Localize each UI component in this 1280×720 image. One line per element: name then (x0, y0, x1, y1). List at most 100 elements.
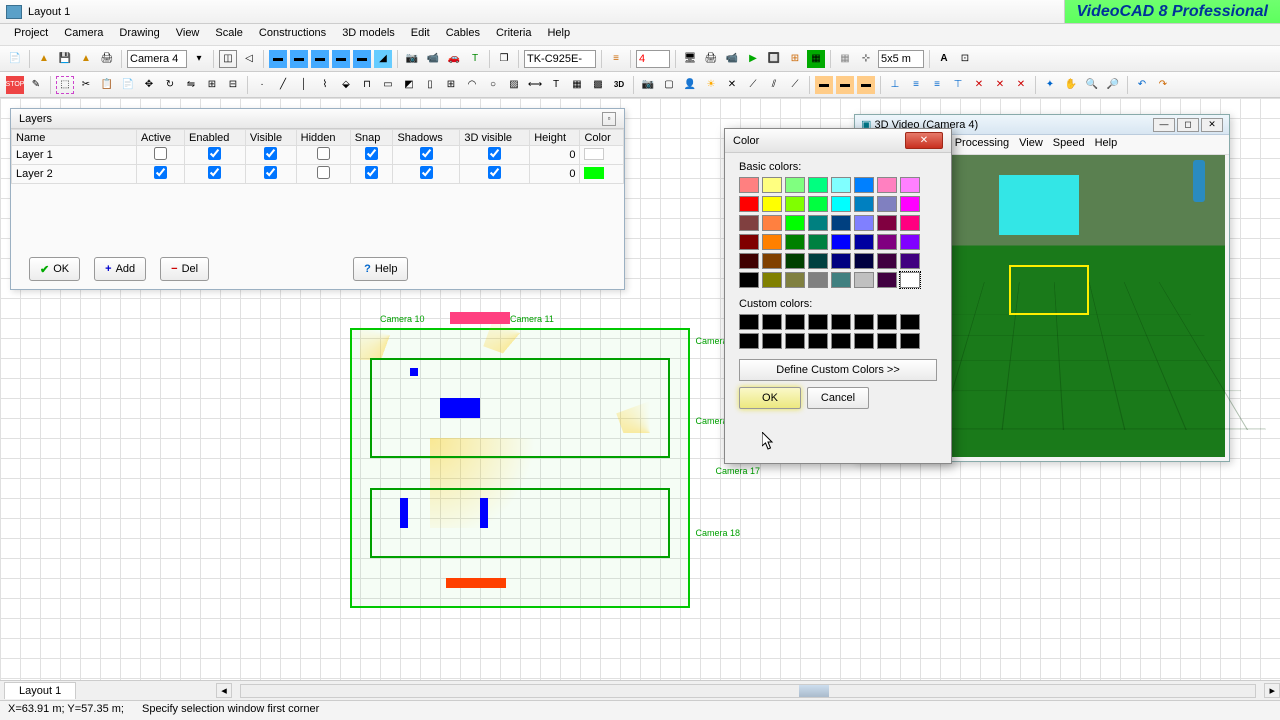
custom-swatch[interactable] (808, 314, 828, 330)
color-swatch[interactable] (831, 177, 851, 193)
c1-icon[interactable]: ⊥ (886, 76, 904, 94)
custom-swatch[interactable] (739, 333, 759, 349)
e4[interactable]: ▶ (744, 50, 762, 68)
menu-help[interactable]: Help (539, 24, 578, 45)
person-icon[interactable]: 👤 (681, 76, 699, 94)
color-swatch[interactable] (762, 253, 782, 269)
copy-icon[interactable]: ❐ (495, 50, 513, 68)
col-icon[interactable]: ▯ (421, 76, 439, 94)
scroll-right[interactable]: ▸ (1264, 683, 1280, 698)
color-swatch[interactable] (900, 253, 920, 269)
color-swatch[interactable] (739, 177, 759, 193)
end-icon[interactable]: ⊡ (956, 50, 974, 68)
color-swatch[interactable] (877, 177, 897, 193)
menu-3dmodels[interactable]: 3D models (334, 24, 403, 45)
fill-icon[interactable]: ▨ (505, 76, 523, 94)
color-swatch[interactable] (739, 215, 759, 231)
select-icon[interactable]: ⬚ (56, 76, 74, 94)
t3[interactable]: ▬ (311, 50, 329, 68)
pline-icon[interactable]: ⌇ (316, 76, 334, 94)
copy2-icon[interactable]: 📋 (98, 76, 116, 94)
txt-icon[interactable]: T (547, 76, 565, 94)
undo-icon[interactable]: ↶ (1133, 76, 1151, 94)
cancel-button[interactable]: Cancel (807, 387, 869, 409)
grid2-icon[interactable]: ⊹ (857, 50, 875, 68)
checkbox[interactable] (208, 166, 221, 179)
box-icon[interactable]: ▢ (660, 76, 678, 94)
color-swatch[interactable] (831, 215, 851, 231)
color-swatch[interactable] (808, 196, 828, 212)
btn2[interactable]: 💾 (56, 50, 74, 68)
color-swatch[interactable] (785, 215, 805, 231)
custom-swatch[interactable] (854, 333, 874, 349)
color-swatch[interactable] (900, 215, 920, 231)
table-row[interactable]: Layer 2 0 (12, 165, 624, 184)
car-icon[interactable]: 🚗 (445, 50, 463, 68)
c2-icon[interactable]: ≡ (907, 76, 925, 94)
vmenu-processing[interactable]: Processing (955, 137, 1009, 152)
line-icon[interactable]: ╱ (274, 76, 292, 94)
checkbox[interactable] (208, 147, 221, 160)
a1-icon[interactable]: ⟋ (744, 76, 762, 94)
mirror-icon[interactable]: ⇋ (182, 76, 200, 94)
paste-icon[interactable]: 📄 (119, 76, 137, 94)
c4-icon[interactable]: ⊤ (949, 76, 967, 94)
color-swatch[interactable] (854, 234, 874, 250)
array-icon[interactable]: ⊞ (203, 76, 221, 94)
checkbox[interactable] (488, 166, 501, 179)
3d-icon[interactable]: 3D (610, 76, 628, 94)
point-icon[interactable]: · (253, 76, 271, 94)
checkbox[interactable] (264, 166, 277, 179)
define-custom-button[interactable]: Define Custom Colors >> (739, 359, 937, 381)
btn3[interactable]: ▲ (77, 50, 95, 68)
color-swatch[interactable] (831, 272, 851, 288)
color-swatch[interactable] (762, 234, 782, 250)
a-icon[interactable]: A (935, 50, 953, 68)
custom-swatch[interactable] (808, 333, 828, 349)
color-swatch[interactable] (877, 253, 897, 269)
b1-icon[interactable]: ▬ (815, 76, 833, 94)
lasso-icon[interactable]: ✎ (27, 76, 45, 94)
dim-icon[interactable]: ⟷ (526, 76, 544, 94)
list-icon[interactable]: ≡ (607, 50, 625, 68)
text-icon[interactable]: T (466, 50, 484, 68)
num-combo[interactable]: 4 (636, 50, 670, 68)
color-swatch[interactable] (900, 234, 920, 250)
color-swatch[interactable] (762, 177, 782, 193)
color-swatch[interactable] (785, 253, 805, 269)
c7-icon[interactable]: ✕ (1012, 76, 1030, 94)
custom-swatch[interactable] (854, 314, 874, 330)
model-combo[interactable]: TK-C925E- (524, 50, 596, 68)
arc-icon[interactable]: ◠ (463, 76, 481, 94)
e5[interactable]: 🔲 (765, 50, 783, 68)
redo-icon[interactable]: ↷ (1154, 76, 1172, 94)
window-icon[interactable]: ⊓ (358, 76, 376, 94)
close-icon[interactable]: ✕ (905, 132, 943, 149)
checkbox[interactable] (420, 166, 433, 179)
color-swatch[interactable] (900, 196, 920, 212)
hscrollbar[interactable] (240, 684, 1257, 698)
checkbox[interactable] (488, 147, 501, 160)
checkbox[interactable] (154, 147, 167, 160)
color-swatch[interactable] (854, 215, 874, 231)
color-swatch[interactable] (831, 253, 851, 269)
menu-view[interactable]: View (168, 24, 208, 45)
color-swatch[interactable] (854, 253, 874, 269)
c5-icon[interactable]: ✕ (970, 76, 988, 94)
menu-drawing[interactable]: Drawing (111, 24, 167, 45)
add-button[interactable]: +Add (94, 257, 146, 281)
checkbox[interactable] (420, 147, 433, 160)
custom-swatch[interactable] (785, 333, 805, 349)
new-icon[interactable]: 📄 (6, 50, 24, 68)
checkbox[interactable] (154, 166, 167, 179)
color-swatch[interactable] (808, 272, 828, 288)
color-swatch[interactable] (739, 196, 759, 212)
color-swatch[interactable] (739, 234, 759, 250)
color-swatch[interactable] (877, 234, 897, 250)
pan-icon[interactable]: ✋ (1062, 76, 1080, 94)
ray-icon[interactable]: ✕ (723, 76, 741, 94)
t5[interactable]: ▬ (353, 50, 371, 68)
vline-icon[interactable]: │ (295, 76, 313, 94)
grid-icon[interactable]: ▦ (836, 50, 854, 68)
color-swatch[interactable] (762, 272, 782, 288)
